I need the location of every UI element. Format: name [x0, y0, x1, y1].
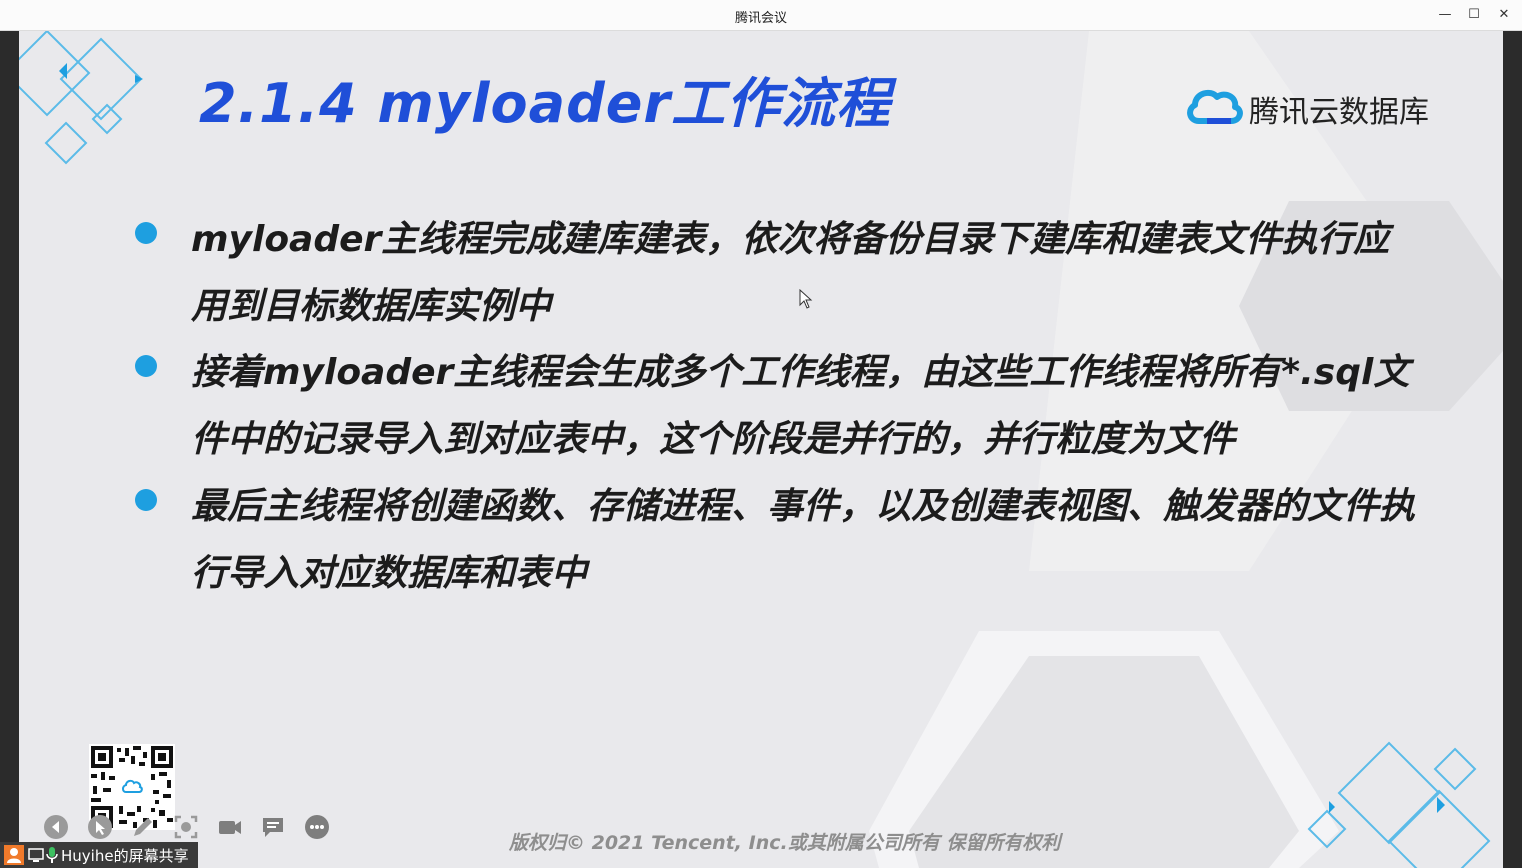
- chat-icon[interactable]: [260, 814, 286, 840]
- camera-icon[interactable]: [217, 814, 243, 840]
- close-button[interactable]: ✕: [1493, 4, 1515, 26]
- more-icon[interactable]: [304, 814, 330, 840]
- bullet-text: 最后主线程将创建函数、存储进程、事件，以及创建表视图、触发器的文件执行导入对应数…: [191, 486, 1416, 594]
- shared-slide: 2.1.4 myloader工作流程 腾讯云数据库 myloader主线程完成建…: [19, 31, 1503, 868]
- bullet-dot: [135, 489, 157, 511]
- pointer-icon[interactable]: [87, 814, 113, 840]
- cloud-logo-icon: [1187, 89, 1243, 124]
- maximize-button[interactable]: ☐: [1463, 4, 1485, 26]
- screen-icon: [28, 848, 44, 862]
- user-icon: [4, 845, 24, 865]
- share-label: Huyihe的屏幕共享: [61, 847, 189, 865]
- back-icon[interactable]: [43, 814, 69, 840]
- window-titlebar: 腾讯会议 — ☐ ✕: [0, 0, 1522, 31]
- minimize-button[interactable]: —: [1434, 4, 1456, 26]
- bullet-dot: [135, 222, 157, 244]
- copyright-footer: 版权归© 2021 Tencent, Inc.或其附属公司所有 保留所有权利: [509, 832, 1061, 854]
- pen-icon[interactable]: [130, 814, 156, 840]
- screen-share-indicator[interactable]: Huyihe的屏幕共享: [0, 842, 198, 868]
- window-title: 腾讯会议: [734, 11, 787, 26]
- screenshot-icon[interactable]: [173, 814, 199, 840]
- bullet-text: myloader主线程完成建库建表，依次将备份目录下建库和建表文件执行应用到目标…: [191, 219, 1390, 327]
- mic-icon: [46, 847, 58, 863]
- slide-title: 2.1.4 myloader工作流程: [199, 72, 891, 135]
- brand-name: 腾讯云数据库: [1249, 95, 1429, 130]
- bullet-text: 接着myloader主线程会生成多个工作线程，由这些工作线程将所有*.sql文件…: [191, 352, 1410, 460]
- mouse-cursor-icon: [799, 289, 813, 309]
- bullet-dot: [135, 355, 157, 377]
